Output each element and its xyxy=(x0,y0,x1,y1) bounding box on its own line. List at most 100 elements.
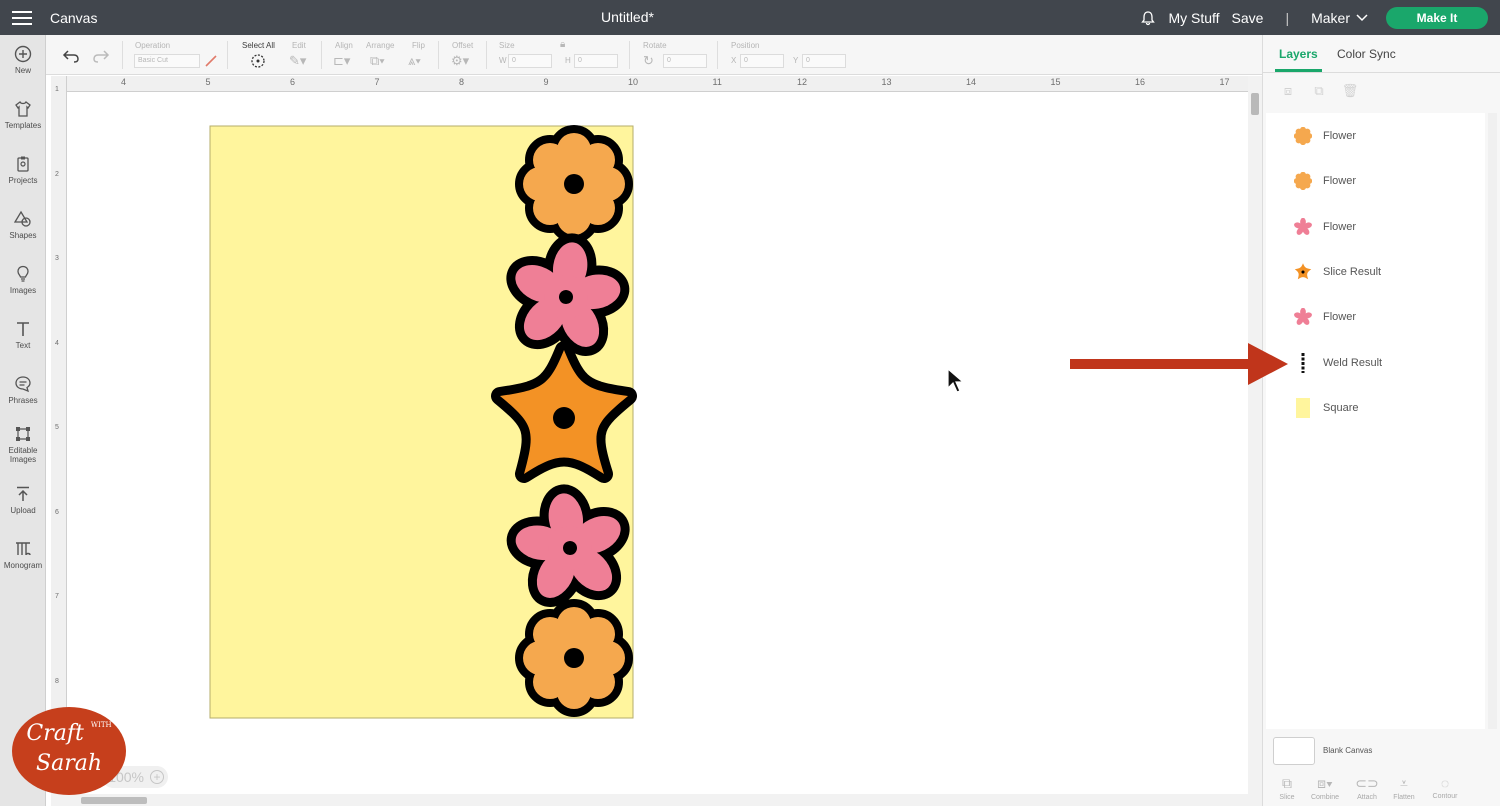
ruler-tick-label: 7 xyxy=(55,593,59,600)
layer-row[interactable]: Flower xyxy=(1266,297,1485,337)
lock-icon[interactable]: 🔒︎ xyxy=(560,39,565,50)
tab-color-sync[interactable]: Color Sync xyxy=(1337,47,1396,61)
layers-scrollbar[interactable] xyxy=(1488,113,1497,729)
scroll-thumb[interactable] xyxy=(1251,93,1259,115)
layer-row[interactable]: Square xyxy=(1266,388,1485,428)
blank-canvas-label: Blank Canvas xyxy=(1323,746,1373,755)
select-all-label: Select All xyxy=(242,41,275,50)
sidebar-item-editable-images[interactable]: Editable Images xyxy=(0,425,46,464)
ruler-vertical: 1 2 3 4 5 6 7 8 xyxy=(51,76,67,794)
sidebar-item-text[interactable]: Text xyxy=(0,320,46,350)
ruler-tick-label: 1 xyxy=(55,86,59,93)
shirt-icon xyxy=(15,101,31,117)
blank-canvas-swatch[interactable] xyxy=(1273,737,1315,765)
select-all-icon[interactable] xyxy=(250,53,266,69)
width-field[interactable]: 0 xyxy=(508,54,552,68)
clipboard-icon xyxy=(17,156,29,172)
flip-icon[interactable]: ⩓▾ xyxy=(408,53,421,69)
position-x-field[interactable]: 0 xyxy=(740,54,784,68)
combine-button[interactable]: ⧈▾ Combine xyxy=(1305,775,1345,801)
rotate-icon[interactable]: ↻ xyxy=(643,53,654,69)
operation-select[interactable]: Basic Cut xyxy=(134,54,200,68)
layer-row[interactable]: Flower xyxy=(1266,116,1485,156)
sidebar-item-upload[interactable]: Upload xyxy=(0,485,46,515)
toolbar-divider xyxy=(629,41,630,69)
ruler-tick-label: 16 xyxy=(1135,77,1146,87)
layer-row[interactable]: Flower xyxy=(1266,207,1485,247)
contour-button[interactable]: ◌ Contour xyxy=(1425,775,1465,800)
rotate-label: Rotate xyxy=(643,41,667,50)
sidebar-item-label: New xyxy=(14,66,31,75)
tab-layers[interactable]: Layers xyxy=(1275,47,1322,72)
zoom-in-button[interactable]: + xyxy=(150,770,164,784)
vertical-scrollbar[interactable] xyxy=(1248,76,1262,794)
height-field[interactable]: 0 xyxy=(574,54,618,68)
pen-color-icon[interactable] xyxy=(204,54,218,68)
sidebar-item-label: Projects xyxy=(8,176,38,185)
sidebar-item-label: Images xyxy=(9,286,37,295)
save-button[interactable]: Save xyxy=(1232,10,1264,26)
machine-select[interactable]: Maker xyxy=(1311,10,1368,26)
layer-name: Square xyxy=(1323,402,1359,414)
group-icon[interactable]: ⧈ xyxy=(1279,83,1297,101)
slice-button[interactable]: ⧉ Slice xyxy=(1267,775,1307,801)
layer-row[interactable]: Weld Result xyxy=(1266,343,1485,383)
position-label: Position xyxy=(731,41,760,50)
flower-orange-top[interactable] xyxy=(523,133,625,235)
undo-icon[interactable] xyxy=(62,49,80,63)
flatten-button[interactable]: ⩡ Flatten xyxy=(1384,775,1424,801)
sidebar-item-new[interactable]: New xyxy=(0,45,46,75)
attach-button[interactable]: ⊂⊃ Attach xyxy=(1347,775,1387,801)
layer-row[interactable]: Flower xyxy=(1266,161,1485,201)
sidebar-item-label: Upload xyxy=(10,506,36,515)
arrange-label: Arrange xyxy=(366,41,395,50)
offset-icon[interactable]: ⚙▾ xyxy=(451,53,469,69)
sidebar-item-label: Templates xyxy=(4,121,42,130)
sidebar-item-shapes[interactable]: Shapes xyxy=(0,210,46,240)
sidebar-item-label-line2: Images xyxy=(9,455,37,464)
position-y-field[interactable]: 0 xyxy=(802,54,846,68)
attach-icon: ⊂⊃ xyxy=(1355,775,1379,791)
ruler-tick-label: 14 xyxy=(966,77,977,87)
width-label: W xyxy=(499,56,507,65)
redo-icon[interactable] xyxy=(92,49,110,63)
layer-name: Flower xyxy=(1323,130,1357,142)
sidebar-item-projects[interactable]: Projects xyxy=(0,155,46,185)
toolbar-divider xyxy=(717,41,718,69)
square-icon xyxy=(1296,398,1310,418)
weld-outline-icon xyxy=(1301,353,1305,373)
edit-pencil-icon[interactable]: ✎▾ xyxy=(289,53,306,69)
sidebar-item-templates[interactable]: Templates xyxy=(0,100,46,130)
toolbar-divider xyxy=(438,41,439,69)
ruler-tick-label: 2 xyxy=(55,170,59,178)
height-label: H xyxy=(565,56,571,65)
arrange-icon[interactable]: ⧉▾ xyxy=(370,53,385,69)
document-title[interactable]: Untitled* xyxy=(0,9,1255,25)
rotate-field[interactable]: 0 xyxy=(663,54,707,68)
layer-row[interactable]: Slice Result xyxy=(1266,252,1485,292)
ruler-tick-label: 6 xyxy=(290,77,296,87)
sidebar-item-phrases[interactable]: Phrases xyxy=(0,375,46,405)
align-icon[interactable]: ⊏▾ xyxy=(333,53,350,69)
flip-label: Flip xyxy=(412,41,425,50)
sidebar-item-monogram[interactable]: Monogram xyxy=(0,540,46,570)
contour-icon: ◌ xyxy=(1440,775,1450,791)
my-stuff-link[interactable]: My Stuff xyxy=(1168,10,1219,26)
layer-name: Slice Result xyxy=(1323,266,1382,278)
flower-orange-bottom[interactable] xyxy=(523,607,625,709)
sidebar-item-images[interactable]: Images xyxy=(0,265,46,295)
flower-pink-icon xyxy=(1294,218,1312,236)
sidebar-item-label: Text xyxy=(15,341,31,350)
toolbar-divider xyxy=(321,41,322,69)
layer-name: Flower xyxy=(1323,221,1357,233)
upload-icon xyxy=(17,486,29,501)
duplicate-icon[interactable]: ⧉ xyxy=(1310,83,1328,101)
design-canvas[interactable] xyxy=(67,92,1248,794)
make-it-button[interactable]: Make It xyxy=(1386,6,1488,29)
star-flower-icon xyxy=(1294,263,1312,280)
horizontal-scrollbar[interactable] xyxy=(51,794,1262,806)
bell-icon[interactable] xyxy=(1140,10,1156,26)
scroll-thumb[interactable] xyxy=(81,797,147,804)
y-label: Y xyxy=(793,56,799,65)
delete-icon[interactable]: 🗑︎ xyxy=(1341,83,1359,101)
